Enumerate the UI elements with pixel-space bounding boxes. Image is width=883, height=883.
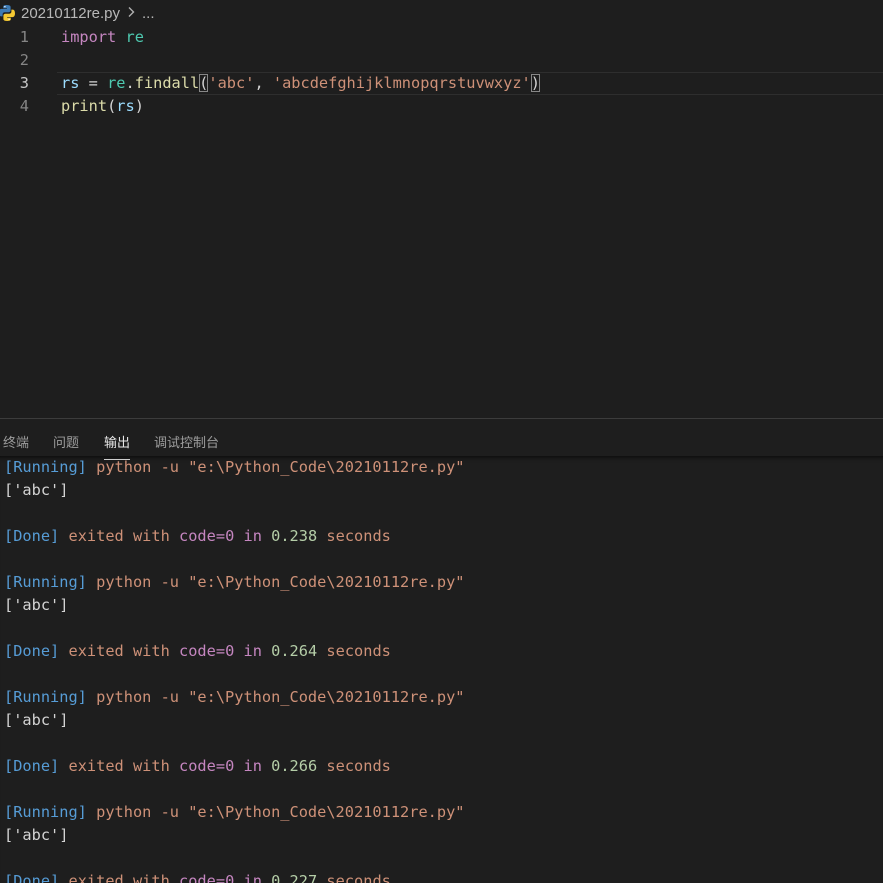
output-token: in <box>243 642 262 660</box>
output-token: [Done] <box>4 757 60 775</box>
output-token: exited with <box>68 527 170 545</box>
output-done-line: [Done] exited with code=0 in 0.238 secon… <box>4 525 391 548</box>
output-done-line: [Done] exited with code=0 in 0.266 secon… <box>4 755 391 778</box>
output-panel[interactable]: [Running] python -u "e:\Python_Code\2021… <box>0 456 883 883</box>
output-running-line: [Running] python -u "e:\Python_Code\2021… <box>4 686 465 709</box>
code-token: findall <box>134 74 200 92</box>
output-token: ['abc'] <box>4 596 69 614</box>
code-line[interactable]: 4 print(rs) <box>0 95 883 118</box>
code-editor[interactable]: 1 import re 2 3 rs = re.findall('abc', 'abcd… <box>0 26 883 418</box>
output-token: python -u "e:\Python_Code\20210112re.py" <box>96 688 465 706</box>
python-file-icon <box>0 4 16 22</box>
code-text[interactable]: import re <box>61 26 144 49</box>
output-result-line: ['abc'] <box>4 709 68 732</box>
code-token: re <box>125 28 144 46</box>
code-token: print <box>61 97 108 115</box>
breadcrumb: 20210112re.py ... <box>0 0 883 26</box>
code-token: ) <box>134 97 144 115</box>
output-token: [Done] <box>4 642 60 660</box>
breadcrumb-file[interactable]: 20210112re.py <box>21 5 120 22</box>
code-line[interactable]: 1 import re <box>0 26 883 49</box>
output-token: [Running] <box>4 458 87 476</box>
tab-terminal[interactable]: 终端 <box>3 432 29 454</box>
output-token: ['abc'] <box>4 826 69 844</box>
tab-output[interactable]: 输出 <box>104 432 131 460</box>
code-token: ) <box>530 74 540 92</box>
line-number: 2 <box>19 51 29 69</box>
output-token: python -u "e:\Python_Code\20210112re.py" <box>96 458 465 476</box>
code-token: 'abc' <box>208 74 255 92</box>
code-line[interactable]: 3 rs = re.findall('abc', 'abcdefghijklmno… <box>0 72 883 95</box>
output-token: [Running] <box>4 688 87 706</box>
output-token: 0.264 <box>271 642 318 660</box>
code-token: ( <box>107 97 117 115</box>
output-token: seconds <box>326 527 391 545</box>
output-token: 0.266 <box>271 757 318 775</box>
line-number: 4 <box>19 97 29 115</box>
tab-debug-console[interactable]: 调试控制台 <box>154 432 219 454</box>
output-token: exited with <box>68 872 170 883</box>
code-text[interactable]: rs = re.findall('abc', 'abcdefghijklmnop… <box>61 72 540 95</box>
output-running-line: [Running] python -u "e:\Python_Code\2021… <box>4 801 465 824</box>
code-token: re <box>107 74 126 92</box>
breadcrumb-more[interactable]: ... <box>142 5 155 22</box>
output-result-line: ['abc'] <box>4 594 68 617</box>
line-number: 1 <box>19 28 29 46</box>
output-token: code=0 <box>179 527 235 545</box>
code-token: , <box>254 74 273 92</box>
output-token: [Done] <box>4 527 60 545</box>
output-token: code=0 <box>179 757 235 775</box>
output-token: exited with <box>68 757 170 775</box>
code-token: = <box>79 74 108 92</box>
output-running-line: [Running] python -u "e:\Python_Code\2021… <box>4 456 465 479</box>
output-running-line: [Running] python -u "e:\Python_Code\2021… <box>4 571 465 594</box>
output-token: ['abc'] <box>4 481 69 499</box>
output-token: seconds <box>326 872 391 883</box>
output-token: in <box>243 757 262 775</box>
code-token: import <box>61 28 117 46</box>
output-token: in <box>243 872 262 883</box>
line-number: 3 <box>19 74 29 92</box>
output-token: exited with <box>68 642 170 660</box>
output-token: seconds <box>326 642 391 660</box>
output-token: python -u "e:\Python_Code\20210112re.py" <box>96 573 465 591</box>
output-result-line: ['abc'] <box>4 479 68 502</box>
output-token: code=0 <box>179 642 235 660</box>
code-token: ( <box>199 74 209 92</box>
code-text[interactable]: print(rs) <box>61 95 144 118</box>
output-token: in <box>243 527 262 545</box>
code-token: 'abcdefghijklmnopqrstuvwxyz' <box>272 74 531 92</box>
output-token: [Done] <box>4 872 60 883</box>
output-token: [Running] <box>4 803 87 821</box>
output-token: python -u "e:\Python_Code\20210112re.py" <box>96 803 465 821</box>
code-token: . <box>125 74 135 92</box>
output-token: [Running] <box>4 573 87 591</box>
panel-tabs: 终端 问题 输出 调试控制台 <box>0 419 883 460</box>
code-token: rs <box>116 97 135 115</box>
tab-problems[interactable]: 问题 <box>53 432 79 454</box>
output-token: 0.238 <box>271 527 318 545</box>
output-token: 0.227 <box>271 872 318 883</box>
output-token: seconds <box>326 757 391 775</box>
chevron-right-icon <box>127 6 136 21</box>
code-token: rs <box>61 74 80 92</box>
output-token: ['abc'] <box>4 711 69 729</box>
output-token: code=0 <box>179 872 235 883</box>
code-line[interactable]: 2 <box>0 49 883 72</box>
output-done-line: [Done] exited with code=0 in 0.264 secon… <box>4 640 391 663</box>
output-done-line: [Done] exited with code=0 in 0.227 secon… <box>4 870 391 883</box>
output-result-line: ['abc'] <box>4 824 68 847</box>
